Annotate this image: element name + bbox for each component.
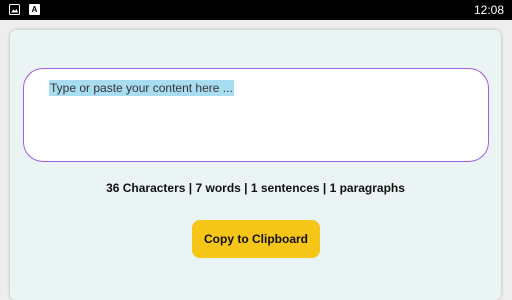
image-icon <box>9 4 20 15</box>
editor-placeholder: Type or paste your content here ... <box>49 80 234 96</box>
text-a-glyph: A <box>31 5 38 14</box>
text-stats: 36 Characters | 7 words | 1 sentences | … <box>106 181 405 195</box>
text-editor[interactable]: Type or paste your content here ... <box>23 68 489 162</box>
main-card: Type or paste your content here ... 36 C… <box>10 30 501 300</box>
status-clock: 12:08 <box>473 3 504 17</box>
copy-to-clipboard-button[interactable]: Copy to Clipboard <box>192 220 320 258</box>
text-a-icon: A <box>29 4 40 15</box>
status-bar: A 12:08 <box>0 0 512 20</box>
